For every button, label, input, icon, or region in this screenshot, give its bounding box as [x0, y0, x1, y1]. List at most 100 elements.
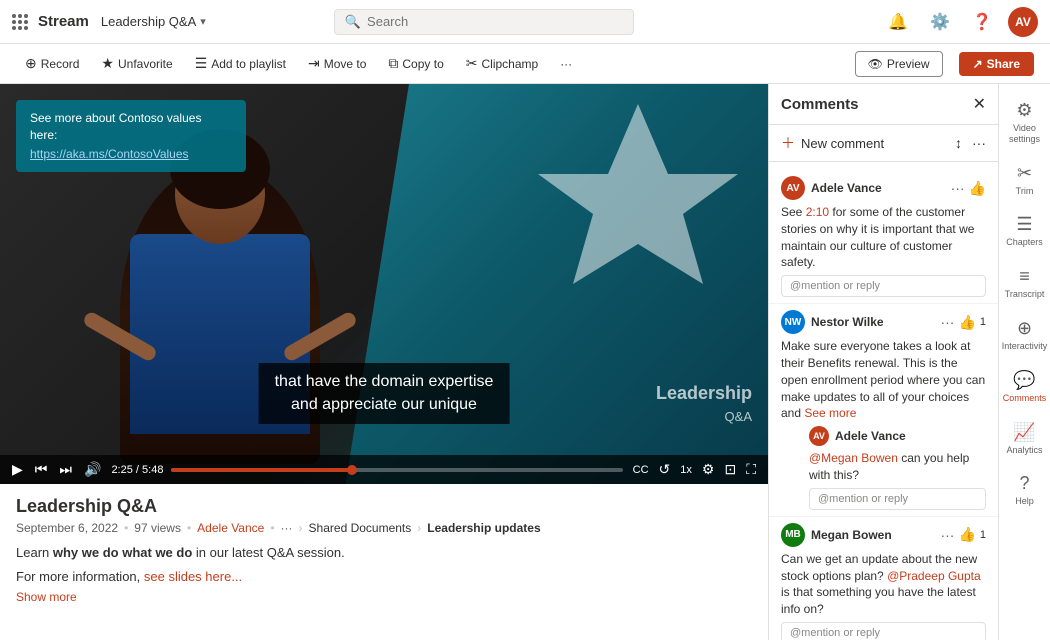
skip-forward-button[interactable]: ⏭	[57, 459, 74, 480]
show-more-button[interactable]: Show more	[16, 590, 752, 604]
comment-author-name: Adele Vance	[835, 429, 986, 443]
main-layout: See more about Contoso values here: http…	[0, 84, 1050, 640]
settings-button[interactable]: ⚙	[700, 459, 717, 480]
trim-icon: ✂	[1017, 163, 1032, 184]
video-settings-icon-btn[interactable]: ⚙ Videosettings	[1002, 92, 1048, 153]
copy-to-button[interactable]: ⧉ Copy to	[379, 50, 452, 77]
reply-input[interactable]: @mention or reply	[781, 275, 986, 297]
subtitle-overlay: that have the domain expertise and appre…	[259, 363, 510, 424]
comment-author-name: Adele Vance	[811, 181, 945, 195]
comment-item: AV Adele Vance ··· 👍 See 2:10 for some o…	[769, 170, 998, 304]
new-comment-bar[interactable]: ＋ New comment ↕ ···	[769, 125, 998, 162]
video-area: See more about Contoso values here: http…	[0, 84, 768, 640]
notifications-icon[interactable]: 🔔	[882, 6, 914, 38]
preview-button[interactable]: 👁 Preview	[855, 51, 943, 77]
settings-icon[interactable]: ⚙️	[924, 6, 956, 38]
volume-button[interactable]: 🔊	[82, 459, 103, 480]
toolbar: ⊕ Record ★ Unfavorite ☰ Add to playlist …	[0, 44, 1050, 84]
qa-label: Q&A	[725, 409, 752, 424]
video-controls: ▶ ⏮ ⏭ 🔊 2:25 / 5:48 CC ↺ 1x	[0, 455, 768, 484]
side-icon-label: Comments	[1003, 393, 1047, 404]
video-player[interactable]: See more about Contoso values here: http…	[0, 84, 768, 484]
captions-button[interactable]: CC	[631, 462, 651, 478]
video-date: September 6, 2022	[16, 521, 118, 535]
meta-more-icon[interactable]: ···	[281, 521, 293, 535]
reply-input[interactable]: @mention or reply	[809, 488, 986, 510]
chapters-icon-btn[interactable]: ☰ Chapters	[1002, 206, 1048, 256]
progress-fill	[171, 468, 351, 472]
star-icon: ★	[101, 55, 114, 72]
avatar: MB	[781, 523, 805, 547]
record-button[interactable]: ⊕ Record	[16, 50, 88, 77]
skip-back-button[interactable]: ⏮	[33, 459, 50, 480]
app-menu-button[interactable]	[12, 14, 30, 30]
search-icon: 🔍	[345, 14, 361, 30]
analytics-icon: 📈	[1013, 422, 1035, 443]
add-to-playlist-button[interactable]: ☰ Add to playlist	[186, 50, 295, 77]
eye-icon: 👁	[868, 57, 883, 71]
comment-more-icon[interactable]: ···	[940, 314, 954, 330]
see-more-link[interactable]: See more	[804, 406, 856, 420]
comment-more-icon[interactable]: ···	[951, 180, 965, 196]
share-button[interactable]: ↗ Share	[959, 52, 1034, 76]
more-button[interactable]: ···	[551, 52, 581, 76]
comments-side-icon: 💬	[1013, 370, 1035, 391]
breadcrumb-expand-icon[interactable]: ▾	[200, 15, 206, 28]
reply-input[interactable]: @mention or reply	[781, 622, 986, 640]
like-icon[interactable]: 👍	[958, 526, 975, 543]
caption-link[interactable]: https://aka.ms/ContosoValues	[30, 147, 189, 161]
unfavorite-button[interactable]: ★ Unfavorite	[92, 50, 181, 77]
trim-icon-btn[interactable]: ✂ Trim	[1002, 155, 1048, 205]
search-input[interactable]	[367, 14, 623, 29]
caption-overlay: See more about Contoso values here: http…	[16, 100, 246, 172]
slides-link[interactable]: see slides here...	[144, 569, 242, 584]
transcript-icon: ≡	[1019, 266, 1030, 287]
nested-comment: AV Adele Vance @Megan Bowen can you help…	[809, 426, 986, 510]
timestamp-link[interactable]: 2:10	[806, 205, 829, 219]
like-icon[interactable]: 👍	[958, 314, 975, 331]
comments-icon-btn[interactable]: 💬 Comments	[1002, 362, 1048, 412]
play-button[interactable]: ▶	[10, 459, 25, 480]
side-icon-label: Interactivity	[1002, 341, 1048, 352]
time-display: 2:25 / 5:48	[111, 464, 163, 476]
comment-text: Can we get an update about the new stock…	[781, 551, 986, 618]
breadcrumb-video-title[interactable]: Leadership Q&A	[101, 14, 196, 29]
move-to-button[interactable]: ⇥ Move to	[299, 50, 375, 77]
comment-author-name: Nestor Wilke	[811, 315, 934, 329]
like-count: 1	[980, 529, 986, 541]
fullscreen-button[interactable]: ⛶	[744, 459, 758, 480]
side-icon-label: Videosettings	[1009, 123, 1040, 145]
interactivity-icon-btn[interactable]: ⊕ Interactivity	[1002, 310, 1048, 360]
progress-bar[interactable]	[171, 468, 622, 472]
close-panel-icon[interactable]: ✕	[973, 94, 986, 114]
analytics-icon-btn[interactable]: 📈 Analytics	[1002, 414, 1048, 464]
breadcrumb-leadership-updates[interactable]: Leadership updates	[427, 521, 540, 535]
share-icon: ↗	[973, 57, 983, 71]
playlist-icon: ☰	[195, 55, 208, 72]
help-side-icon: ?	[1019, 473, 1029, 494]
help-icon-btn[interactable]: ? Help	[1002, 465, 1048, 515]
pip-button[interactable]: ⊡	[722, 459, 738, 480]
side-icon-label: Chapters	[1006, 237, 1043, 248]
comment-item: NW Nestor Wilke ··· 👍 1 Make sure everyo…	[769, 304, 998, 517]
sort-comments-icon[interactable]: ↕	[955, 135, 962, 151]
comments-more-icon[interactable]: ···	[972, 135, 986, 151]
user-avatar[interactable]: AV	[1008, 7, 1038, 37]
like-icon[interactable]: 👍	[969, 180, 986, 197]
avatar: AV	[781, 176, 805, 200]
comment-text: See 2:10 for some of the customer storie…	[781, 204, 986, 271]
comment-more-icon[interactable]: ···	[940, 527, 954, 543]
comments-title: Comments	[781, 96, 965, 113]
breadcrumb-shared-docs[interactable]: Shared Documents	[309, 521, 412, 535]
transcript-icon-btn[interactable]: ≡ Transcript	[1002, 258, 1048, 308]
help-icon[interactable]: ❓	[966, 6, 998, 38]
clipchamp-icon: ✂	[466, 55, 478, 72]
rewind-button[interactable]: ↺	[657, 459, 673, 480]
speed-button[interactable]: 1x	[678, 462, 694, 478]
video-author-link[interactable]: Adele Vance	[197, 521, 264, 535]
progress-handle	[347, 465, 357, 475]
comment-text: Make sure everyone takes a look at their…	[781, 338, 986, 422]
star-graphic	[538, 94, 738, 294]
video-title: Leadership Q&A	[16, 496, 752, 517]
clipchamp-button[interactable]: ✂ Clipchamp	[457, 50, 547, 77]
